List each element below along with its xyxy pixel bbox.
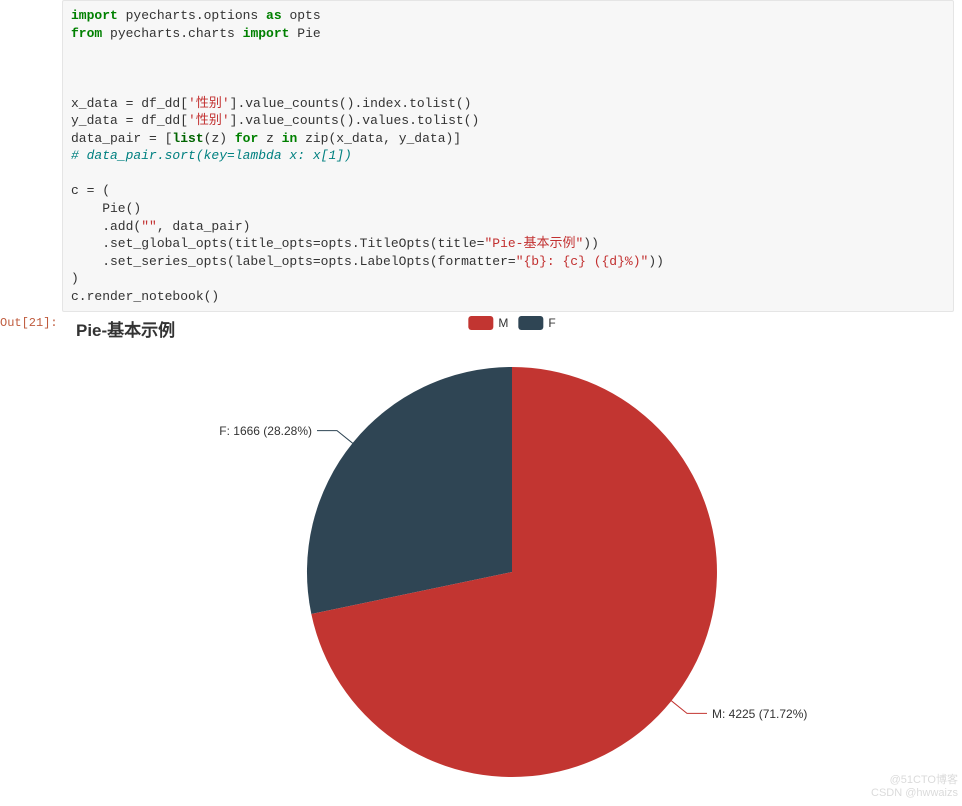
slice-label-m: M: 4225 (71.72%) — [712, 707, 807, 721]
leader-line-m — [671, 701, 707, 714]
kw-import: import — [71, 8, 118, 23]
legend: M F — [468, 316, 555, 330]
legend-swatch-f — [518, 316, 543, 330]
leader-line-f — [317, 431, 353, 444]
comment-line: # data_pair.sort(key=lambda x: x[1]) — [71, 148, 352, 163]
code-editor[interactable]: import pyecharts.options as opts from py… — [62, 0, 954, 312]
slice-label-f: F: 1666 (28.28%) — [219, 424, 312, 438]
kw-import: import — [243, 26, 290, 41]
watermark: @51CTO博客 CSDN @hwwaizs — [871, 774, 958, 800]
legend-swatch-m — [468, 316, 493, 330]
legend-item-m[interactable]: M — [468, 316, 508, 330]
legend-label-f: F — [548, 316, 555, 330]
pie-svg: F: 1666 (28.28%) M: 4225 (71.72%) — [72, 342, 952, 802]
pie-container: F: 1666 (28.28%) M: 4225 (71.72%) — [72, 342, 952, 802]
chart-title: Pie-基本示例 — [76, 316, 175, 341]
chart-output: Pie-基本示例 M F F: 1666 (28.28%) — [62, 312, 962, 802]
pie-slice-f[interactable] — [307, 367, 512, 614]
input-prompt — [0, 0, 62, 312]
legend-item-f[interactable]: F — [518, 316, 555, 330]
code-cell: import pyecharts.options as opts from py… — [0, 0, 962, 312]
kw-from: from — [71, 26, 102, 41]
legend-label-m: M — [498, 316, 508, 330]
output-prompt: Out[21]: — [0, 312, 62, 802]
kw-as: as — [266, 8, 282, 23]
output-cell: Out[21]: Pie-基本示例 M F F: — [0, 312, 962, 802]
